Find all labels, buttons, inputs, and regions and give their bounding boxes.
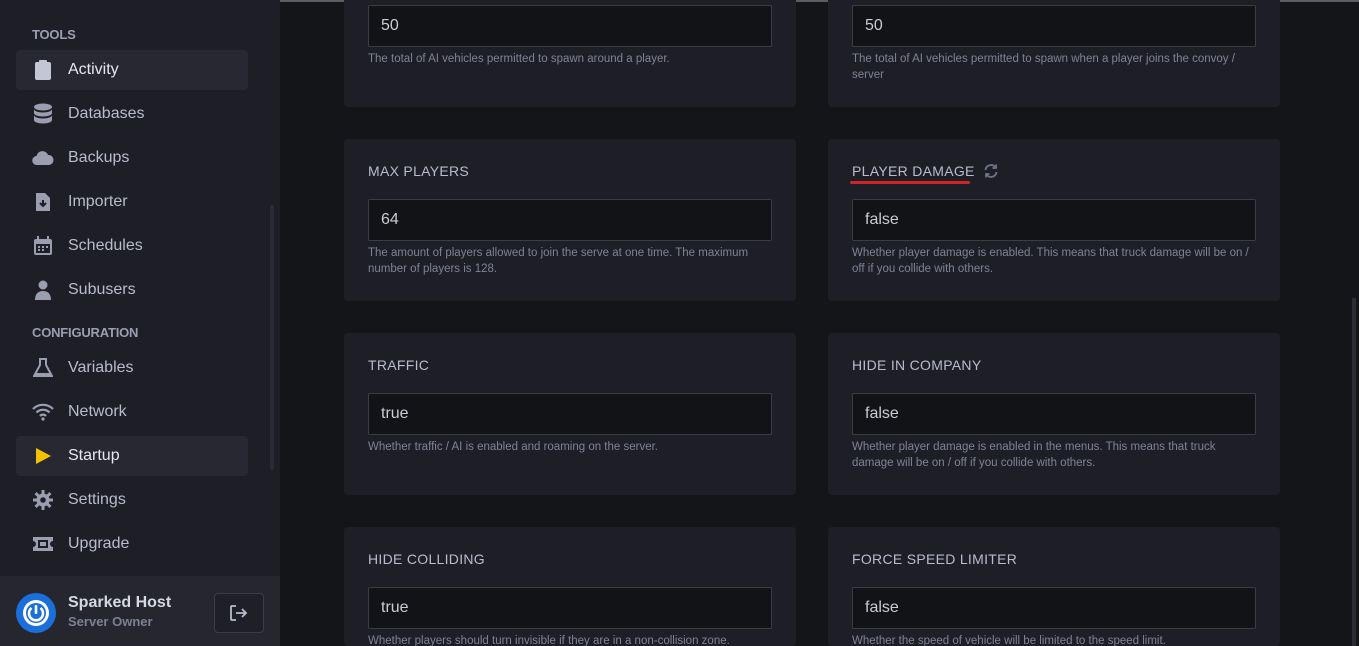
- sidebar-item-databases[interactable]: Databases: [16, 94, 248, 134]
- user-name: Sparked Host: [68, 594, 172, 611]
- sidebar-item-label: Databases: [68, 105, 145, 122]
- gear-icon: [32, 489, 54, 511]
- sidebar-item-importer[interactable]: Importer: [16, 182, 248, 222]
- logout-icon: [230, 605, 248, 621]
- variable-card-ai-vehicles: 50 The total of AI vehicles permitted to…: [344, 0, 796, 107]
- variable-card-player-damage: PLAYER DAMAGE false Whether player damag…: [828, 139, 1280, 301]
- sidebar-item-label: Settings: [68, 491, 126, 508]
- variable-input[interactable]: false: [852, 199, 1256, 241]
- sidebar-item-startup[interactable]: Startup: [16, 436, 248, 476]
- variable-description: The total of AI vehicles permitted to sp…: [368, 53, 670, 65]
- variable-card-hide-colliding: HIDE COLLIDING true Whether players shou…: [344, 527, 796, 646]
- variable-card-force-speed-limiter: FORCE SPEED LIMITER false Whether the sp…: [828, 527, 1280, 646]
- sidebar: TOOLS Activity Databases Backups Importe…: [0, 0, 280, 646]
- variable-description: Whether the speed of vehicle will be lim…: [852, 635, 1166, 646]
- avatar: [16, 593, 56, 633]
- variable-description: Whether players should turn invisible if…: [368, 635, 730, 646]
- variable-description: The total of AI vehicles permitted to sp…: [852, 53, 1235, 81]
- clipboard-icon: [32, 59, 54, 81]
- logout-button[interactable]: [214, 593, 264, 633]
- variable-title: FORCE SPEED LIMITER: [852, 551, 1018, 567]
- sidebar-item-upgrade[interactable]: Upgrade: [16, 524, 248, 564]
- sidebar-item-label: Activity: [68, 61, 119, 78]
- variable-title: PLAYER DAMAGE: [852, 163, 999, 179]
- variable-input[interactable]: 64: [368, 199, 772, 241]
- red-annotation-underline: [850, 181, 970, 184]
- variable-input[interactable]: 50: [852, 5, 1256, 47]
- flask-icon: [32, 357, 54, 379]
- sidebar-item-settings[interactable]: Settings: [16, 480, 248, 520]
- wifi-icon: [32, 401, 54, 423]
- variable-card-ai-vehicles-join: 50 The total of AI vehicles permitted to…: [828, 0, 1280, 107]
- calendar-icon: [32, 235, 54, 257]
- variable-card-hide-in-company: HIDE IN COMPANY false Whether player dam…: [828, 333, 1280, 495]
- sidebar-item-variables[interactable]: Variables: [16, 348, 248, 388]
- sidebar-item-label: Backups: [68, 149, 130, 166]
- user-role: Server Owner: [68, 614, 153, 629]
- variable-title-text: PLAYER DAMAGE: [852, 163, 975, 179]
- sidebar-item-label: Schedules: [68, 237, 143, 254]
- variable-description: Whether traffic / AI is enabled and roam…: [368, 441, 659, 453]
- sidebar-item-label: Variables: [68, 359, 134, 376]
- sidebar-item-label: Importer: [68, 193, 128, 210]
- user-icon: [32, 279, 54, 301]
- variable-title: HIDE COLLIDING: [368, 551, 485, 567]
- ticket-icon: [32, 533, 54, 555]
- variable-title: MAX PLAYERS: [368, 163, 470, 179]
- sidebar-item-backups[interactable]: Backups: [16, 138, 248, 178]
- tools-section-label: TOOLS: [32, 27, 76, 42]
- refresh-icon[interactable]: [983, 163, 999, 179]
- variable-input[interactable]: false: [852, 393, 1256, 435]
- variable-input[interactable]: true: [368, 587, 772, 629]
- variable-description: Whether player damage is enabled in the …: [852, 441, 1216, 469]
- configuration-section-label: CONFIGURATION: [32, 325, 139, 340]
- database-icon: [32, 103, 54, 125]
- cloud-icon: [32, 147, 54, 169]
- main-scrollbar[interactable]: [1352, 298, 1356, 646]
- sidebar-item-label: Subusers: [68, 281, 136, 298]
- sidebar-item-network[interactable]: Network: [16, 392, 248, 432]
- variable-input[interactable]: false: [852, 587, 1256, 629]
- variable-description: The amount of players allowed to join th…: [368, 247, 749, 275]
- power-logo-icon: [23, 600, 49, 626]
- user-panel: Sparked Host Server Owner: [0, 576, 280, 646]
- file-import-icon: [32, 191, 54, 213]
- variable-input[interactable]: true: [368, 393, 772, 435]
- variable-title: TRAFFIC: [368, 357, 430, 373]
- sidebar-item-subusers[interactable]: Subusers: [16, 270, 248, 310]
- sidebar-item-schedules[interactable]: Schedules: [16, 226, 248, 266]
- sidebar-item-label: Upgrade: [68, 535, 130, 552]
- sidebar-item-activity[interactable]: Activity: [16, 50, 248, 90]
- variable-card-traffic: TRAFFIC true Whether traffic / AI is ena…: [344, 333, 796, 495]
- play-icon: [32, 445, 54, 467]
- variable-card-max-players: MAX PLAYERS 64 The amount of players all…: [344, 139, 796, 301]
- sidebar-item-label: Network: [68, 403, 127, 420]
- variable-input[interactable]: 50: [368, 5, 772, 47]
- variable-description: Whether player damage is enabled. This m…: [852, 247, 1249, 275]
- sidebar-scrollbar[interactable]: [270, 205, 274, 470]
- sidebar-item-label: Startup: [68, 447, 120, 464]
- variable-title: HIDE IN COMPANY: [852, 357, 982, 373]
